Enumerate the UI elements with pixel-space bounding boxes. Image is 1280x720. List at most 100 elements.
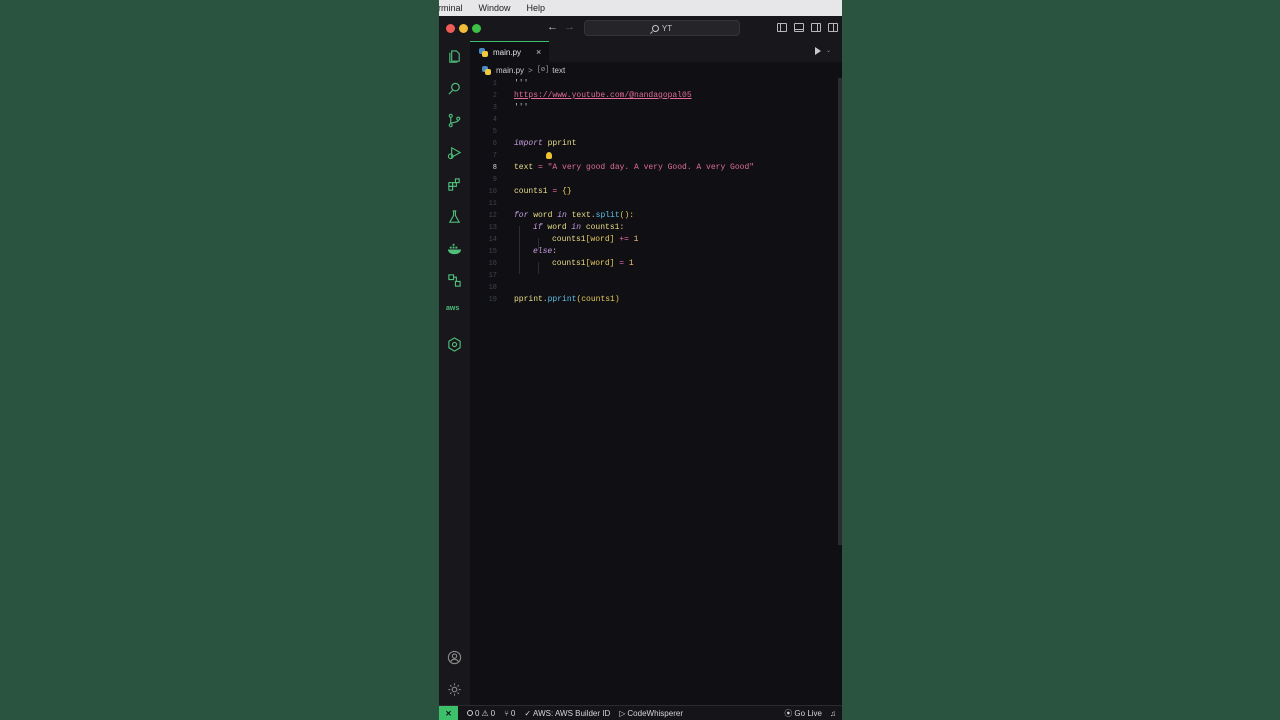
testing-flask-icon[interactable] [447,209,462,224]
broadcast-icon: ⦿ [784,709,793,718]
code-text: for word in text.split(): [514,210,634,222]
code-line[interactable]: 6 import pprint [470,138,832,150]
code-line[interactable]: 12 for word in text.split(): [470,210,832,222]
code-line[interactable]: 18 [470,282,832,294]
run-dropdown-chevron-icon[interactable]: ⌄ [826,47,831,54]
error-icon [467,710,473,716]
minimize-window-button[interactable] [459,24,468,33]
code-line[interactable]: 9 [470,174,832,186]
error-count: 0 [475,708,480,718]
code-text: text = "A very good day. A very Good. A … [514,162,754,174]
search-icon[interactable] [447,81,462,96]
command-center-text: YT [661,23,673,33]
code-token: counts1 [514,187,548,196]
ports-indicator[interactable]: ⑂ 0 [504,709,515,718]
code-token: {} [562,187,572,196]
code-line[interactable]: 10 counts1 = {} [470,186,832,198]
line-number: 2 [492,92,497,100]
accounts-icon[interactable] [447,650,462,665]
code-line[interactable]: 4 [470,114,832,126]
aws-connection-status[interactable]: ✓ AWS: AWS Builder ID [524,709,610,718]
code-line[interactable]: 8 text = "A very good day. A very Good. A… [470,162,832,174]
code-line[interactable]: 17 [470,270,832,282]
ports-count: 0 [510,708,516,718]
code-token: text [566,211,591,220]
vscode-window: rminal Window Help ← → YT aws main.py × … [439,0,842,720]
code-text: https://www.youtube.com/@nandagopal05 [514,90,692,102]
menu-help[interactable]: Help [527,3,546,13]
code-line[interactable]: 13 if word in counts1: [470,222,832,234]
tab-main-py[interactable]: main.py × [470,41,549,62]
line-number: 6 [492,140,497,148]
editor-tab-bar: main.py × ⌄ ··· [470,41,842,62]
menu-terminal[interactable]: rminal [439,3,463,13]
codewhisperer-status[interactable]: ▷ CodeWhisperer [619,709,683,718]
code-line[interactable]: 5 [470,126,832,138]
toggle-secondary-sidebar-icon[interactable] [811,23,821,32]
remote-explorer-icon[interactable] [447,273,462,288]
docker-icon[interactable] [447,241,462,256]
title-bar: ← → YT [439,16,842,41]
code-line[interactable]: 2 https://www.youtube.com/@nandagopal05 [470,90,832,102]
code-line[interactable]: 15 else: [470,246,832,258]
code-token: word [528,211,558,220]
code-line[interactable]: 3 ''' [470,102,832,114]
line-number: 7 [492,152,497,160]
menu-window[interactable]: Window [479,3,511,13]
code-line[interactable]: 7 [470,150,832,162]
codewhisperer-label: CodeWhisperer [627,708,683,718]
code-line[interactable]: 11 [470,198,832,210]
mac-menu-bar: rminal Window Help [439,0,842,16]
manage-gear-icon[interactable] [447,682,462,697]
code-text: counts1 = {} [514,186,572,198]
explorer-icon[interactable] [447,49,462,64]
breadcrumb-file[interactable]: main.py [496,66,524,75]
code-token: word [542,223,572,232]
code-text: if word in counts1: [533,222,624,234]
code-token: counts1: [581,223,625,232]
code-text: ''' [514,102,528,114]
code-token: += [614,235,634,244]
back-arrow-icon[interactable]: ← [547,21,558,33]
extensions-icon[interactable] [447,177,462,192]
breadcrumb-symbol[interactable]: text [552,66,565,75]
close-tab-icon[interactable]: × [536,47,541,57]
code-token: pprint [514,295,543,304]
run-python-file-icon[interactable] [815,47,821,55]
code-token: counts1 [552,235,586,244]
go-live-button[interactable]: ⦿ Go Live [784,708,822,719]
run-and-debug-icon[interactable] [447,145,462,160]
code-line[interactable]: 16 counts1[word] = 1 [470,258,832,270]
zoom-window-button[interactable] [472,24,481,33]
notifications-bell-icon[interactable]: ♫ [830,709,836,718]
code-token: "A very good day. A very Good. A very Go… [547,163,755,172]
gitlens-hex-icon[interactable] [447,337,462,352]
code-line[interactable]: 14 counts1[word] += 1 [470,234,832,246]
code-token: ''' [514,79,529,88]
code-line[interactable]: 1 ''' [470,78,832,90]
code-token: counts1 [552,259,586,268]
line-number: 3 [492,104,497,112]
check-icon: ✓ [524,708,532,718]
aws-icon[interactable]: aws [446,305,459,312]
toggle-panel-icon[interactable] [794,23,804,32]
editor-scrollbar[interactable] [838,78,842,545]
remote-indicator-icon[interactable]: ⨯ [439,705,458,720]
variable-symbol-icon: [ø] [536,66,550,74]
forward-arrow-icon[interactable]: → [564,21,575,33]
code-editor[interactable]: 1 ''' 2 https://www.youtube.com/@nandagopal… [470,78,842,705]
command-center-search[interactable]: YT [584,20,740,36]
breadcrumb: main.py > [ø] text [470,62,842,78]
code-token: ''' [514,103,529,112]
line-number: 11 [488,200,497,208]
line-number: 4 [492,116,497,124]
code-line[interactable]: 19 pprint.pprint(counts1) [470,294,832,306]
close-window-button[interactable] [446,24,455,33]
source-control-icon[interactable] [447,113,462,128]
line-number: 5 [492,128,497,136]
problems-indicator[interactable]: 0 ⚠ 0 [467,709,495,718]
toggle-primary-sidebar-icon[interactable] [777,23,787,32]
line-number: 14 [488,236,497,244]
aws-status-label: AWS: AWS Builder ID [533,708,611,718]
customize-layout-icon[interactable] [828,23,838,32]
